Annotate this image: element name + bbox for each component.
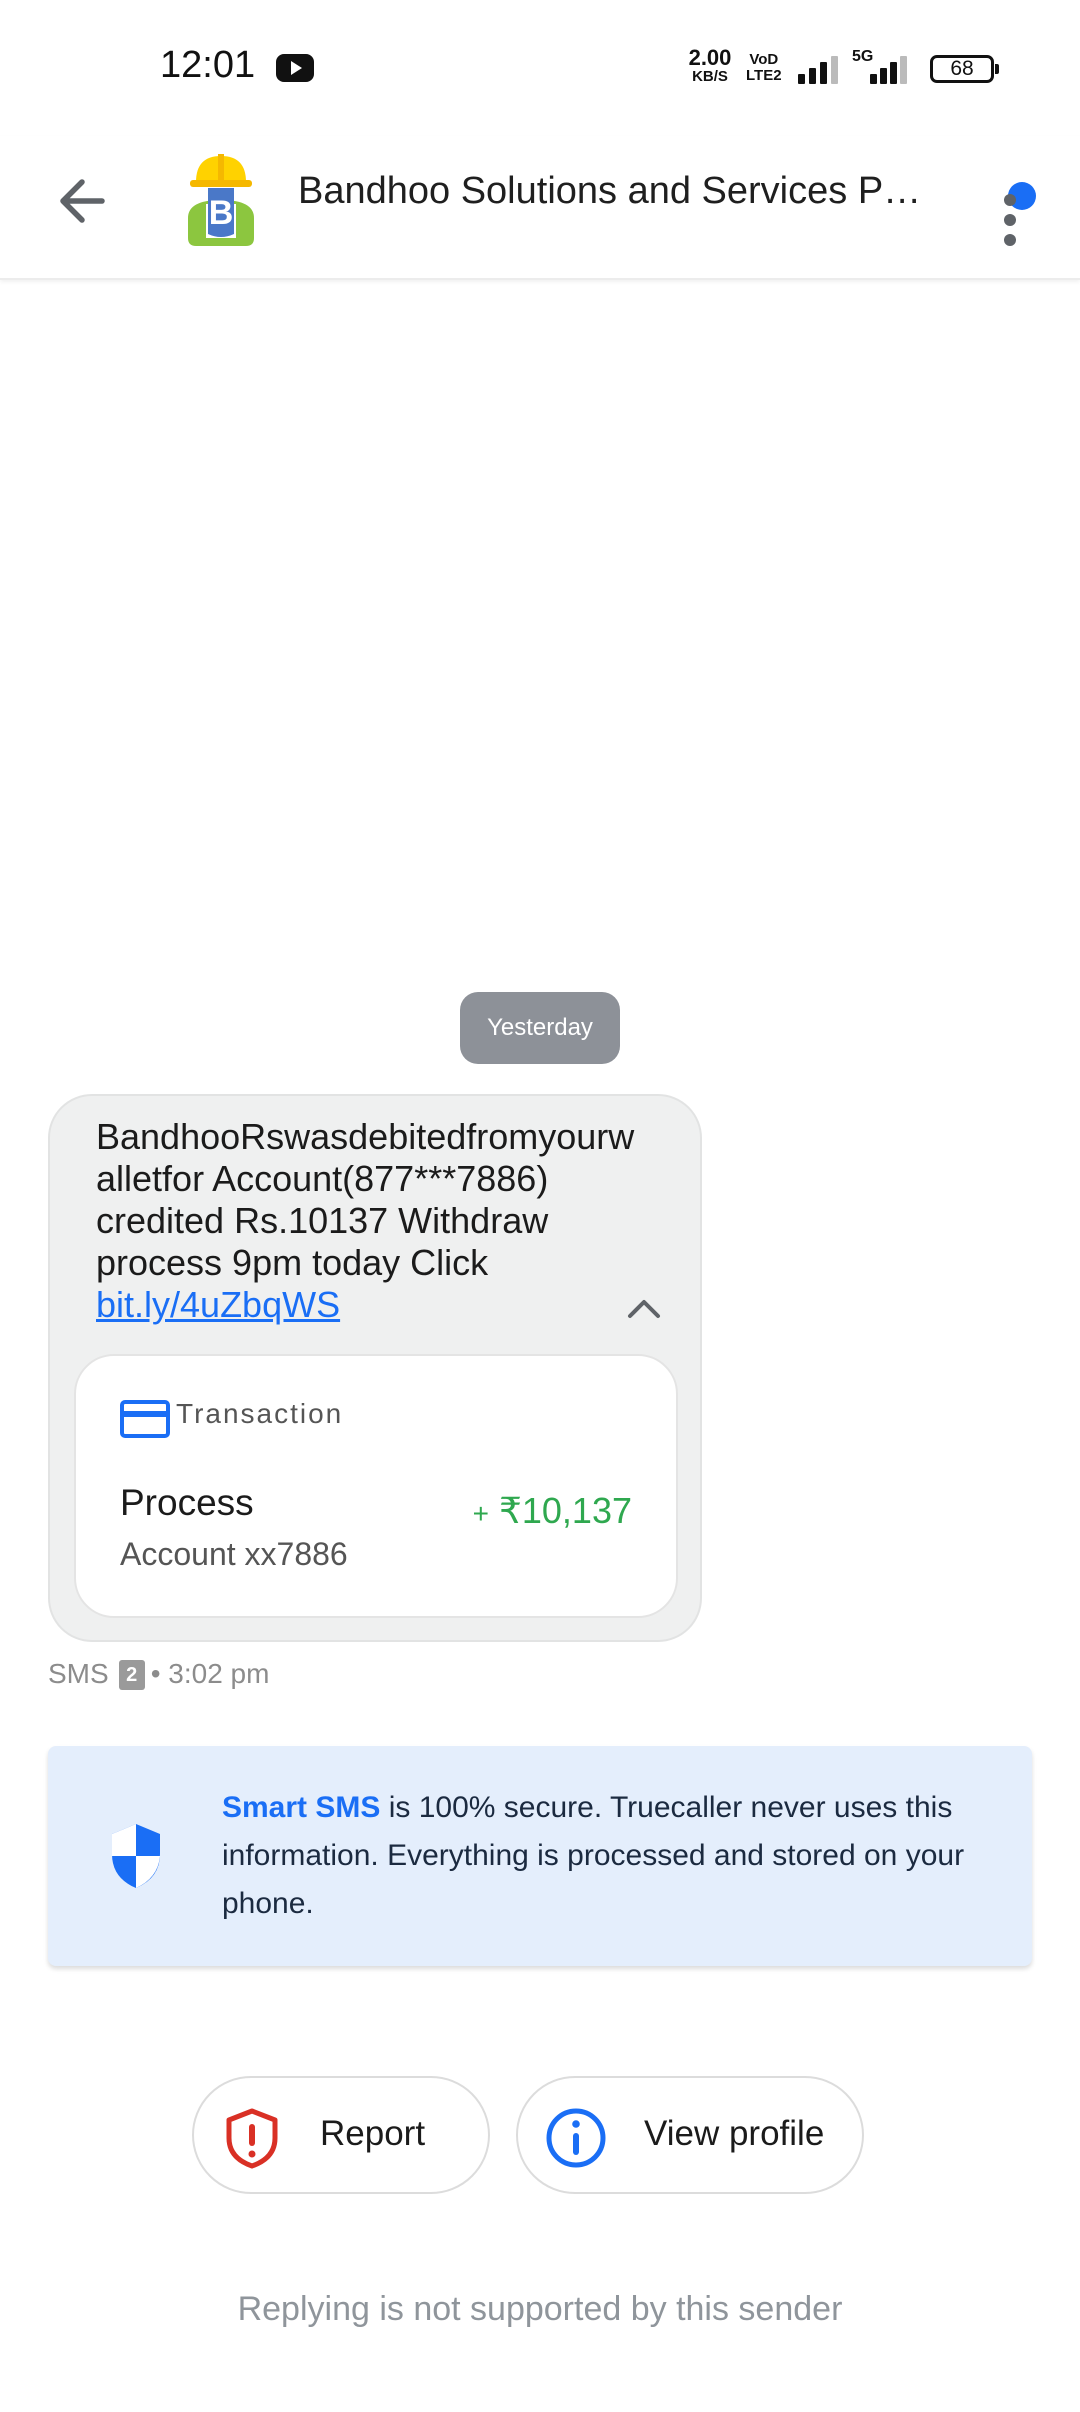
message-type: SMS xyxy=(48,1658,109,1689)
network-speed: 2.00 KB/S xyxy=(684,47,736,86)
youtube-notification-icon xyxy=(276,54,314,82)
volte-line-1: VoD xyxy=(749,51,779,68)
message-link[interactable]: bit.ly/4uZbqWS xyxy=(96,1284,340,1325)
amount-sign: + xyxy=(472,1498,489,1529)
app-bar: B Bandhoo Solutions and Services Pvt. Lt… xyxy=(0,136,1080,280)
more-dot-icon xyxy=(1004,214,1016,226)
volte-icon: VoD LTE2 xyxy=(746,52,782,84)
more-dot-icon xyxy=(1004,234,1016,246)
info-icon xyxy=(546,2108,606,2168)
credit-card-icon xyxy=(120,1400,170,1438)
view-profile-button[interactable]: View profile xyxy=(516,2076,864,2194)
transaction-card[interactable]: Transaction Process Account xx7886 + ₹10,… xyxy=(74,1354,678,1618)
reply-not-supported-note: Replying is not supported by this sender xyxy=(237,2290,843,2328)
view-profile-label: View profile xyxy=(644,2114,825,2153)
smart-sms-banner: Smart SMS is 100% secure. Truecaller nev… xyxy=(48,1746,1032,1966)
amount-value: ₹10,137 xyxy=(498,1490,632,1531)
status-bar: 12:01 2.00 KB/S VoD LTE2 5G 68 xyxy=(0,0,1080,136)
message-meta: SMS 2 • 3:02 pm xyxy=(48,1658,269,1690)
svg-text:B: B xyxy=(209,194,234,232)
transaction-label: Transaction xyxy=(176,1398,344,1429)
contact-name[interactable]: Bandhoo Solutions and Services Pvt. Ltd. xyxy=(298,170,938,213)
signal-strength-icon xyxy=(798,54,842,84)
bandhoo-logo-icon: B xyxy=(188,154,254,246)
message-text: BandhooRswasdebitedfromyourwalletfor Acc… xyxy=(96,1116,636,1326)
transaction-account: Account xx7886 xyxy=(120,1536,348,1572)
transaction-amount: + ₹10,137 xyxy=(473,1490,632,1532)
smart-sms-brand: Smart SMS xyxy=(222,1791,381,1824)
battery-icon: 68 xyxy=(930,55,999,83)
more-dot-icon xyxy=(1004,194,1016,206)
more-options-button[interactable] xyxy=(980,158,1044,258)
sender-avatar[interactable]: B xyxy=(178,148,264,248)
battery-level: 68 xyxy=(950,57,974,80)
signal-strength-5g-icon xyxy=(856,54,907,84)
message-body: BandhooRswasdebitedfromyourwalletfor Acc… xyxy=(96,1116,635,1283)
message-time: • 3:02 pm xyxy=(150,1658,270,1689)
arrow-back-icon xyxy=(60,179,105,223)
report-shield-icon xyxy=(226,2108,278,2169)
smart-sms-text: Smart SMS is 100% secure. Truecaller nev… xyxy=(222,1784,1002,1928)
report-button[interactable]: Report xyxy=(192,2076,490,2194)
chevron-up-icon xyxy=(628,1300,660,1318)
back-button[interactable] xyxy=(50,166,120,236)
collapse-button[interactable] xyxy=(622,1290,666,1324)
volte-line-2: LTE2 xyxy=(746,67,782,84)
transaction-title: Process xyxy=(120,1482,254,1523)
message-bubble[interactable]: BandhooRswasdebitedfromyourwalletfor Acc… xyxy=(48,1094,702,1642)
shield-icon xyxy=(112,1824,160,1888)
status-time: 12:01 xyxy=(160,44,256,86)
report-label: Report xyxy=(320,2114,426,2153)
date-chip: Yesterday xyxy=(460,992,620,1064)
sim-icon: 2 xyxy=(118,1660,145,1690)
